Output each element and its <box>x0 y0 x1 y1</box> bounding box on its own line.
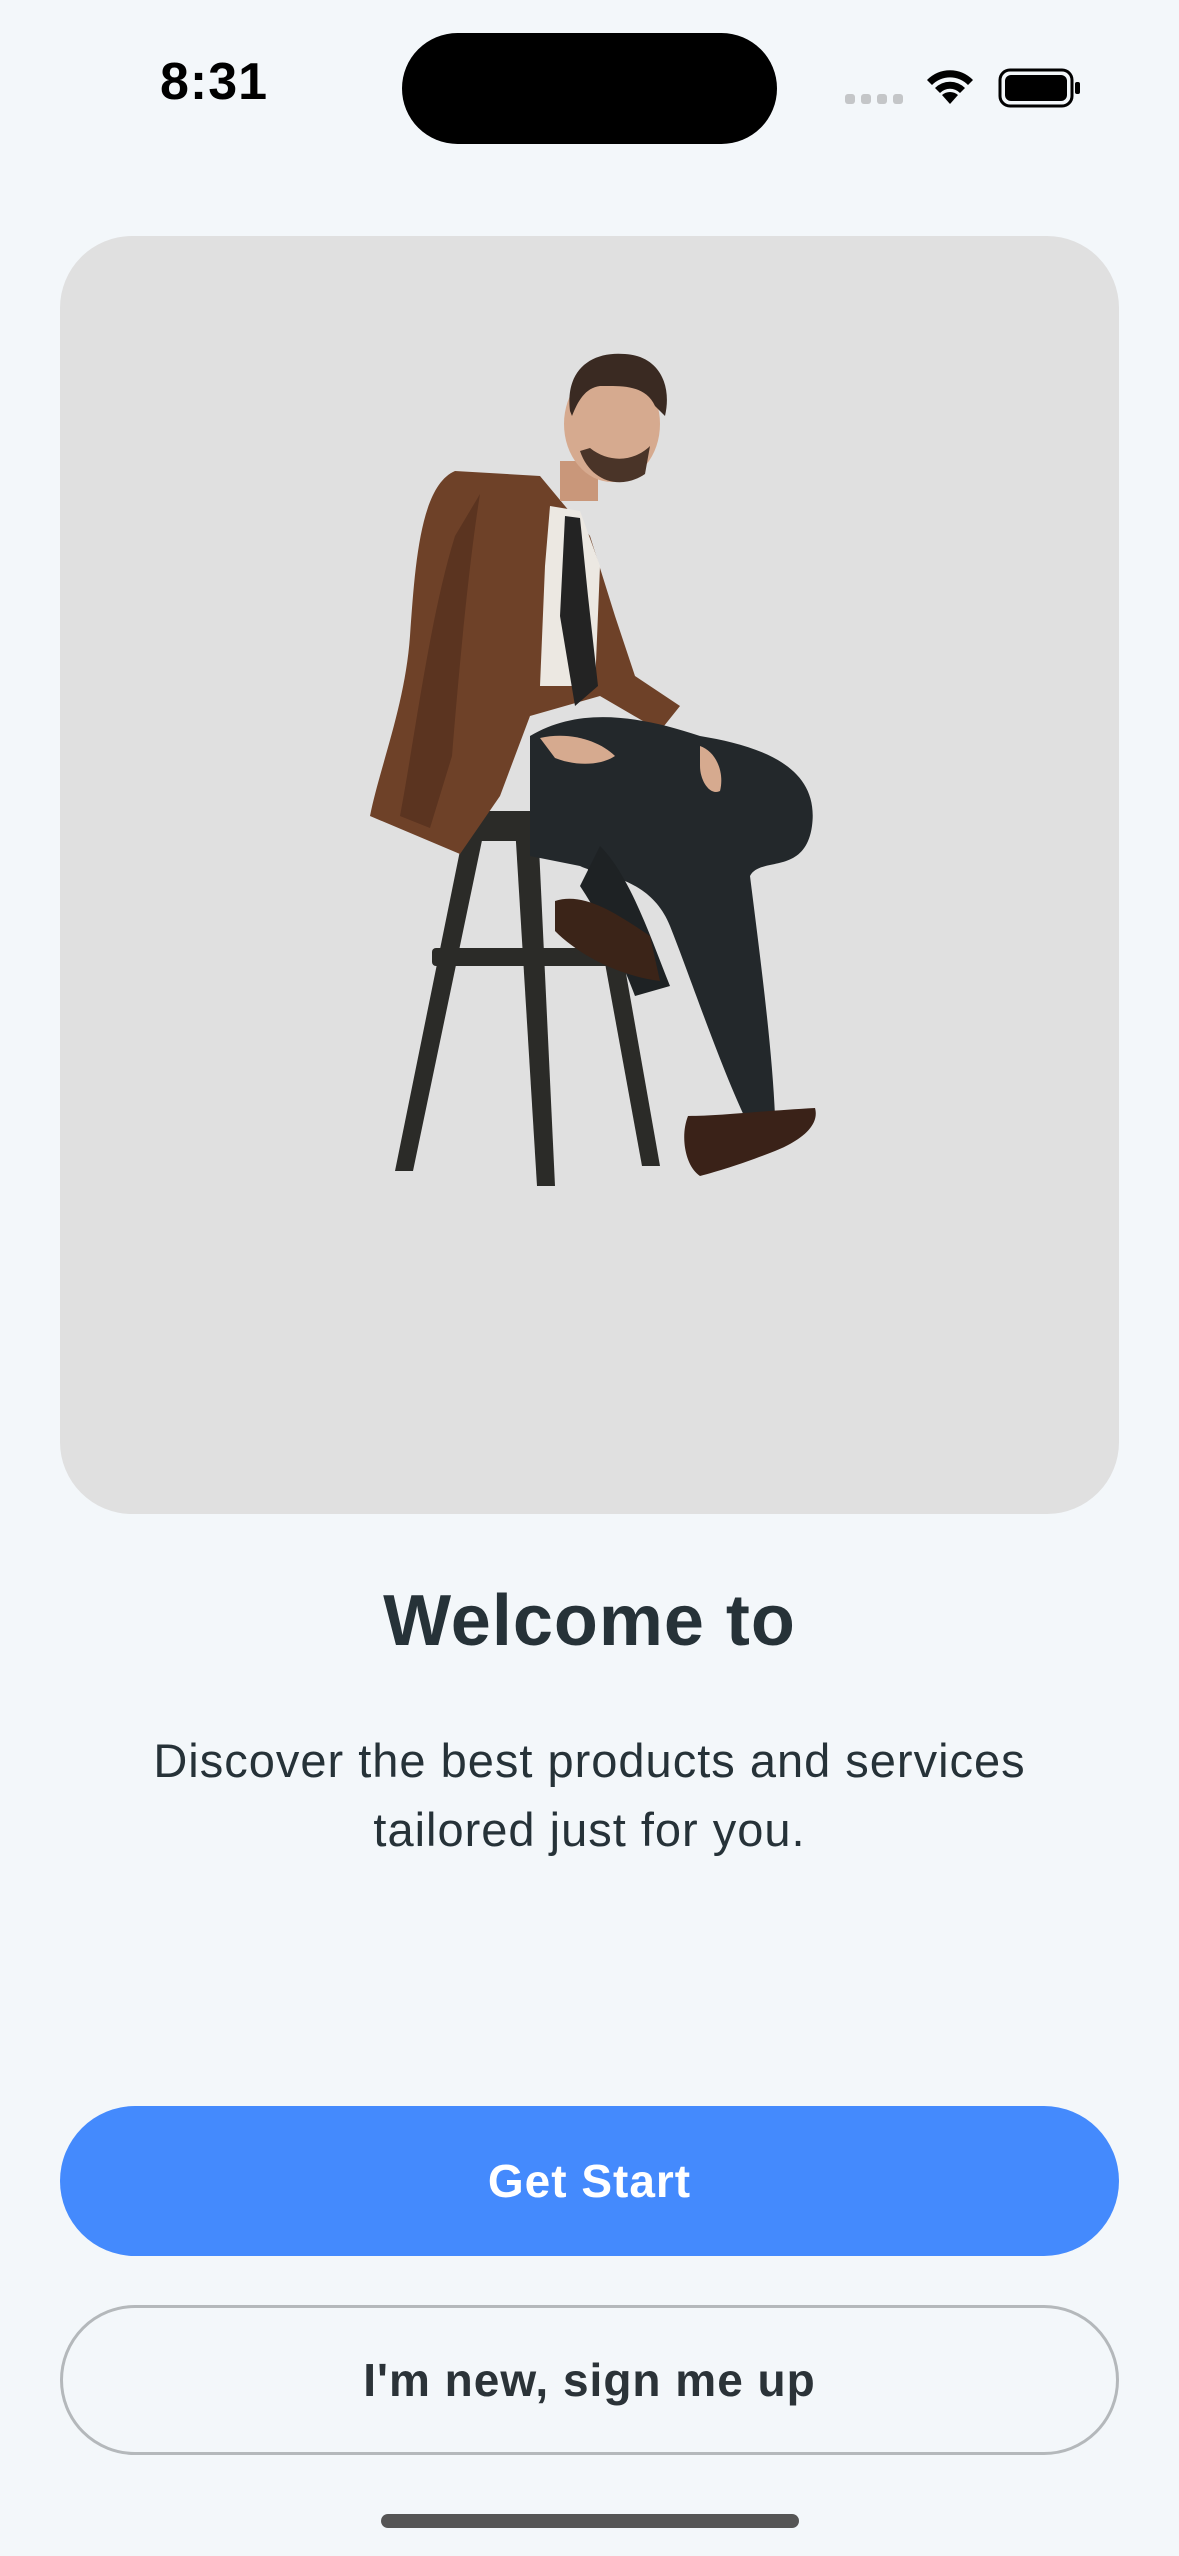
get-start-button-label: Get Start <box>487 2155 692 2207</box>
sign-up-button-label: I'm new, sign me up <box>363 2354 816 2406</box>
cellular-signal-icon <box>845 94 903 104</box>
get-start-button[interactable]: Get Start <box>60 2106 1119 2256</box>
welcome-title: Welcome to <box>383 1581 796 1661</box>
welcome-subtitle: Discover the best products and services … <box>153 1734 1026 1856</box>
sign-up-button[interactable]: I'm new, sign me up <box>60 2305 1119 2455</box>
hero-image-card <box>60 236 1119 1514</box>
dynamic-island <box>402 33 777 144</box>
status-time: 8:31 <box>160 53 269 111</box>
man-seated-on-stool-photo <box>370 353 816 1186</box>
battery-icon <box>998 68 1080 108</box>
home-indicator[interactable] <box>381 2514 799 2528</box>
wifi-icon <box>927 70 973 104</box>
onboarding-screen: 8:31 Welcome to Discover the best produc… <box>0 0 1179 2556</box>
